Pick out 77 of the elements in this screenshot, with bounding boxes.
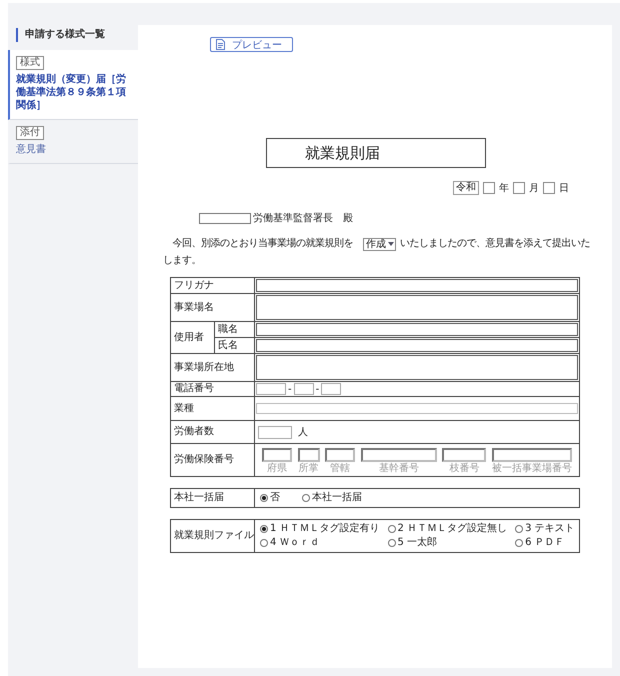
date-field[interactable] bbox=[543, 182, 555, 194]
phone-field[interactable] bbox=[294, 383, 314, 395]
era-select[interactable]: 令和 bbox=[453, 181, 479, 195]
radio-button[interactable] bbox=[302, 494, 310, 502]
radio-button[interactable] bbox=[515, 525, 524, 533]
date-field[interactable] bbox=[513, 182, 525, 194]
addressee-text: 労働基準監督署長 殿 bbox=[253, 212, 353, 225]
option-label: 3 テキスト bbox=[525, 523, 575, 535]
form-type-tag: 添付 bbox=[16, 126, 44, 140]
unit-label: 人 bbox=[298, 426, 308, 439]
option-label: 4 Ｗｏｒｄ bbox=[270, 537, 320, 549]
code-field[interactable] bbox=[442, 448, 486, 462]
field-label: 労働者数 bbox=[170, 420, 254, 444]
statement-text: いたしましたので、意見書を添えて提出いた bbox=[400, 237, 590, 251]
form-link[interactable]: 就業規則（変更）届［労働基準法第８９条第１項関係］ bbox=[16, 73, 132, 112]
code-field[interactable] bbox=[325, 448, 356, 462]
code-caption: 管轄 bbox=[330, 463, 350, 474]
phone-field[interactable] bbox=[321, 383, 342, 395]
sidebar-item[interactable]: 添付 意見書 bbox=[8, 120, 138, 164]
date-field[interactable] bbox=[483, 182, 495, 194]
radio-button[interactable] bbox=[260, 525, 268, 533]
code-caption: 府県 bbox=[267, 463, 287, 474]
form-type-tag: 様式 bbox=[16, 56, 44, 70]
field-label: 事業場所在地 bbox=[170, 354, 254, 382]
sidebar-item[interactable]: 様式 就業規則（変更）届［労働基準法第８９条第１項関係］ bbox=[8, 50, 138, 120]
radio-button[interactable] bbox=[260, 539, 268, 547]
radio-button[interactable] bbox=[388, 525, 396, 533]
code-field[interactable] bbox=[262, 448, 292, 462]
document-icon bbox=[216, 39, 225, 50]
separator-text: - bbox=[288, 384, 292, 394]
statement-text: します。 bbox=[163, 254, 201, 268]
code-caption: 被一括事業場番号 bbox=[492, 463, 572, 474]
field-label: 氏名 bbox=[214, 338, 254, 354]
date-unit: 年 bbox=[499, 182, 509, 195]
field-label: フリガナ bbox=[170, 278, 254, 294]
field-label: 職名 bbox=[214, 322, 254, 338]
text-field[interactable] bbox=[256, 403, 578, 414]
code-field[interactable] bbox=[360, 448, 437, 462]
field-label: 使用者 bbox=[170, 322, 214, 354]
caret-icon bbox=[388, 242, 394, 246]
date-unit: 月 bbox=[529, 182, 539, 195]
sidebar-heading: 申請する様式一覧 bbox=[16, 28, 105, 42]
text-field[interactable] bbox=[256, 323, 578, 336]
action-select[interactable]: 作成 bbox=[363, 238, 396, 250]
option-label: 5 一太郎 bbox=[398, 537, 438, 549]
form-link[interactable]: 意見書 bbox=[16, 143, 46, 156]
field-label: 本社一括届 bbox=[170, 488, 254, 508]
office-field[interactable] bbox=[199, 212, 251, 224]
statement-text: 今回、別添のとおり当事業場の就業規則を bbox=[172, 237, 353, 251]
phone-field[interactable] bbox=[256, 383, 286, 395]
date-unit: 日 bbox=[559, 182, 569, 195]
text-field[interactable] bbox=[256, 355, 578, 380]
radio-button[interactable] bbox=[515, 539, 524, 547]
code-caption: 基幹番号 bbox=[378, 463, 419, 474]
field-label: 事業場名 bbox=[170, 294, 254, 322]
code-field[interactable] bbox=[298, 448, 320, 462]
code-field[interactable] bbox=[492, 448, 572, 462]
option-label: 6 ＰＤＦ bbox=[525, 537, 565, 549]
code-caption: 所掌 bbox=[298, 463, 319, 474]
form-title: 就業規則届 bbox=[266, 138, 486, 168]
option-label: 否 bbox=[270, 492, 280, 504]
field-label: 就業規則ファイル bbox=[170, 520, 254, 552]
option-label: 2 ＨＴＭＬタグ設定無し bbox=[398, 523, 508, 535]
field-label: 業種 bbox=[170, 396, 254, 420]
radio-button[interactable] bbox=[260, 494, 268, 502]
text-field[interactable] bbox=[256, 295, 578, 320]
option-label: 1 ＨＴＭＬタグ設定有り bbox=[270, 523, 380, 535]
option-label: 本社一括届 bbox=[312, 492, 362, 504]
field-label: 電話番号 bbox=[170, 382, 254, 396]
field-label: 労働保険番号 bbox=[170, 444, 254, 476]
text-field[interactable] bbox=[256, 279, 578, 292]
radio-button[interactable] bbox=[388, 539, 396, 547]
text-field[interactable] bbox=[256, 339, 578, 352]
code-caption: 枝番号 bbox=[449, 463, 480, 474]
separator-text: - bbox=[316, 384, 320, 394]
preview-button[interactable]: プレビュー bbox=[210, 37, 293, 52]
number-field[interactable] bbox=[258, 426, 292, 438]
